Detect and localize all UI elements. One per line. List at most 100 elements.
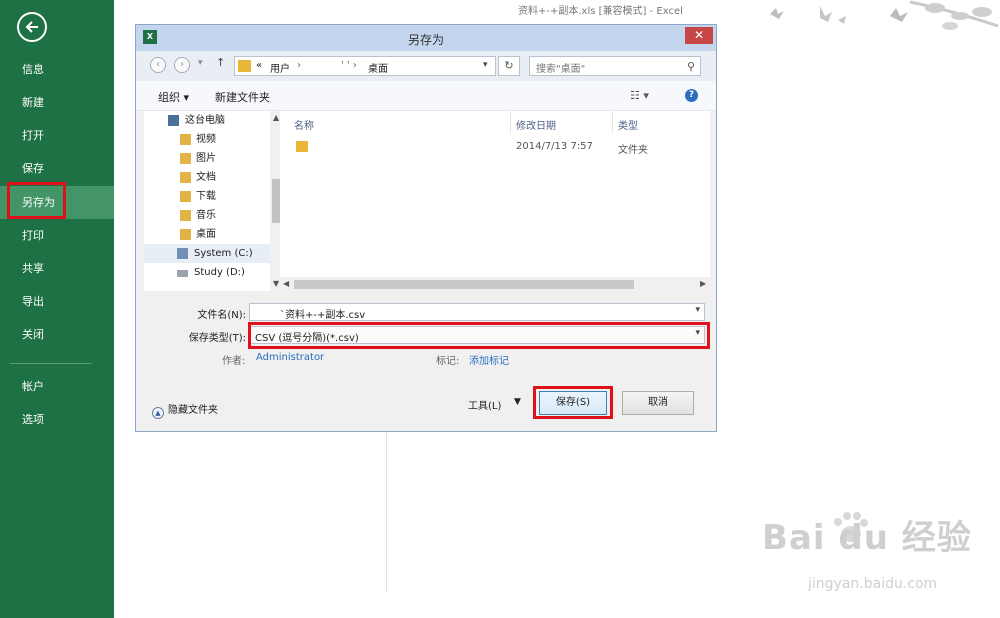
address-dropdown-icon[interactable]: ▾ (483, 60, 488, 70)
sidebar-item-share[interactable]: 共享 (0, 252, 114, 285)
tree-label: 桌面 (196, 229, 216, 240)
sidebar-item-print[interactable]: 打印 (0, 219, 114, 252)
tree-label: Study (D:) (194, 267, 245, 278)
tree-item-pictures[interactable]: 图片 (144, 149, 270, 168)
tree-item-music[interactable]: 音乐 (144, 206, 270, 225)
tree-item-system-drive[interactable]: System (C:) (144, 244, 270, 263)
author-value[interactable]: Administrator (256, 352, 324, 363)
back-arrow-icon[interactable] (17, 12, 47, 42)
sidebar-item-account[interactable]: 帐户 (0, 370, 114, 403)
tools-menu[interactable]: 工具(L) (468, 397, 501, 412)
highlight-filetype (248, 322, 710, 349)
file-modified: 2014/7/13 7:57 (516, 141, 593, 152)
sidebar-item-new[interactable]: 新建 (0, 86, 114, 119)
scroll-right-icon[interactable]: ▶ (700, 279, 706, 288)
column-header-type[interactable]: 类型 (618, 117, 638, 132)
birds-branch-decoration (770, 0, 999, 30)
recent-locations-chevron-icon[interactable]: ▾ (198, 58, 203, 68)
column-header-modified[interactable]: 修改日期 (516, 117, 556, 132)
address-overflow[interactable]: « (256, 60, 262, 71)
tree-item-documents[interactable]: 文档 (144, 168, 270, 187)
sidebar-item-info[interactable]: 信息 (0, 53, 114, 86)
tree-item-downloads[interactable]: 下载 (144, 187, 270, 206)
tree-label: 图片 (196, 153, 216, 164)
downloads-folder-icon (180, 191, 191, 202)
breadcrumb-desktop[interactable]: 桌面 (368, 60, 388, 75)
organize-menu[interactable]: 组织 ▾ (158, 89, 189, 105)
highlight-save-as (7, 182, 66, 219)
dialog-title: 另存为 (407, 33, 444, 47)
breadcrumb-separator[interactable]: › (297, 60, 301, 71)
documents-folder-icon (180, 172, 191, 183)
filename-value: `资料+-+副本.csv (280, 310, 366, 321)
desktop-folder-icon (180, 229, 191, 240)
computer-icon (168, 115, 179, 126)
sidebar-item-save[interactable]: 保存 (0, 152, 114, 185)
music-folder-icon (180, 210, 191, 221)
view-options-icon[interactable]: ☷ ▾ (630, 89, 649, 102)
filetype-label: 保存类型(T): (188, 333, 246, 344)
tree-label: 音乐 (196, 210, 216, 221)
refresh-icon[interactable]: ↻ (498, 56, 520, 76)
scroll-left-icon[interactable]: ◀ (283, 279, 289, 288)
chevron-down-icon[interactable]: ▾ (695, 305, 700, 315)
tree-label: 这台电脑 (185, 115, 225, 126)
navigation-pane: 这台电脑 视频 图片 文档 下载 音乐 桌面 System (C:) Study… (144, 111, 284, 291)
content-divider (386, 432, 387, 592)
filename-label: 文件名(N): (197, 310, 246, 321)
dialog-titlebar: X 另存为 ✕ (136, 25, 716, 51)
tags-label: 标记: (436, 356, 460, 367)
up-arrow-icon[interactable]: ↑ (216, 56, 225, 69)
tree-item-study-drive[interactable]: Study (D:) (144, 263, 270, 282)
sidebar-item-open[interactable]: 打开 (0, 119, 114, 152)
folder-icon (296, 141, 308, 152)
help-icon[interactable]: ? (685, 89, 698, 102)
sidebar-item-export[interactable]: 导出 (0, 285, 114, 318)
column-header-name[interactable]: 名称 (294, 117, 314, 132)
file-list: 名称 修改日期 类型 2014/7/13 7:57 文件夹 ◀ ▶ (280, 111, 710, 291)
hide-folders-toggle[interactable]: ▲ 隐藏文件夹 (152, 401, 218, 419)
save-as-dialog: X 另存为 ✕ ‹ › ▾ ↑ « 用户 › ' ' › 桌面 ▾ ↻ 搜索"桌… (135, 24, 717, 432)
scroll-down-icon[interactable]: ▼ (273, 279, 279, 288)
filename-field[interactable]: `资料+-+副本.csv ▾ (249, 303, 705, 321)
breadcrumb-user[interactable]: ' ' › (341, 60, 357, 71)
tree-label: 视频 (196, 134, 216, 145)
author-label: 作者: (222, 356, 246, 367)
search-icon[interactable]: ⚲ (687, 60, 695, 73)
column-divider[interactable] (510, 111, 511, 133)
breadcrumb-users[interactable]: 用户 (270, 60, 290, 75)
drive-icon (177, 270, 188, 277)
system-drive-icon (177, 248, 188, 259)
tree-item-videos[interactable]: 视频 (144, 130, 270, 149)
address-bar[interactable]: « 用户 › ' ' › 桌面 ▾ (234, 56, 496, 76)
tree-label: System (C:) (194, 248, 253, 259)
column-divider[interactable] (612, 111, 613, 133)
file-list-scrollbar[interactable]: ◀ ▶ (280, 277, 710, 291)
search-placeholder: 搜索"桌面" (536, 64, 586, 75)
search-input[interactable]: 搜索"桌面" ⚲ (529, 56, 701, 76)
add-tags-link[interactable]: 添加标记 (469, 352, 509, 367)
file-scroll-thumb[interactable] (294, 280, 634, 289)
window-title: 资料+-+副本.xls [兼容模式] - Excel (518, 6, 683, 17)
dialog-toolbar: 组织 ▾ 新建文件夹 ☷ ▾ ? (136, 81, 716, 111)
scroll-up-icon[interactable]: ▲ (273, 113, 279, 122)
sidebar-divider (10, 363, 92, 364)
close-icon[interactable]: ✕ (685, 27, 713, 44)
tools-dropdown-icon[interactable]: ▼ (514, 397, 521, 407)
new-folder-button[interactable]: 新建文件夹 (215, 89, 270, 105)
sidebar-item-close[interactable]: 关闭 (0, 318, 114, 351)
highlight-save-button (533, 386, 613, 419)
forward-icon[interactable]: › (174, 57, 190, 73)
back-icon[interactable]: ‹ (150, 57, 166, 73)
pictures-folder-icon (180, 153, 191, 164)
baidu-watermark: Bai du 经验 (762, 518, 972, 558)
file-type: 文件夹 (618, 145, 648, 156)
address-row: ‹ › ▾ ↑ « 用户 › ' ' › 桌面 ▾ ↻ 搜索"桌面" ⚲ (136, 51, 716, 81)
videos-folder-icon (180, 134, 191, 145)
tree-item-this-pc[interactable]: 这台电脑 (144, 111, 270, 130)
tree-label: 下载 (196, 191, 216, 202)
tree-item-desktop[interactable]: 桌面 (144, 225, 270, 244)
sidebar-item-options[interactable]: 选项 (0, 403, 114, 436)
folder-icon (238, 60, 251, 72)
cancel-button[interactable]: 取消 (622, 391, 694, 415)
